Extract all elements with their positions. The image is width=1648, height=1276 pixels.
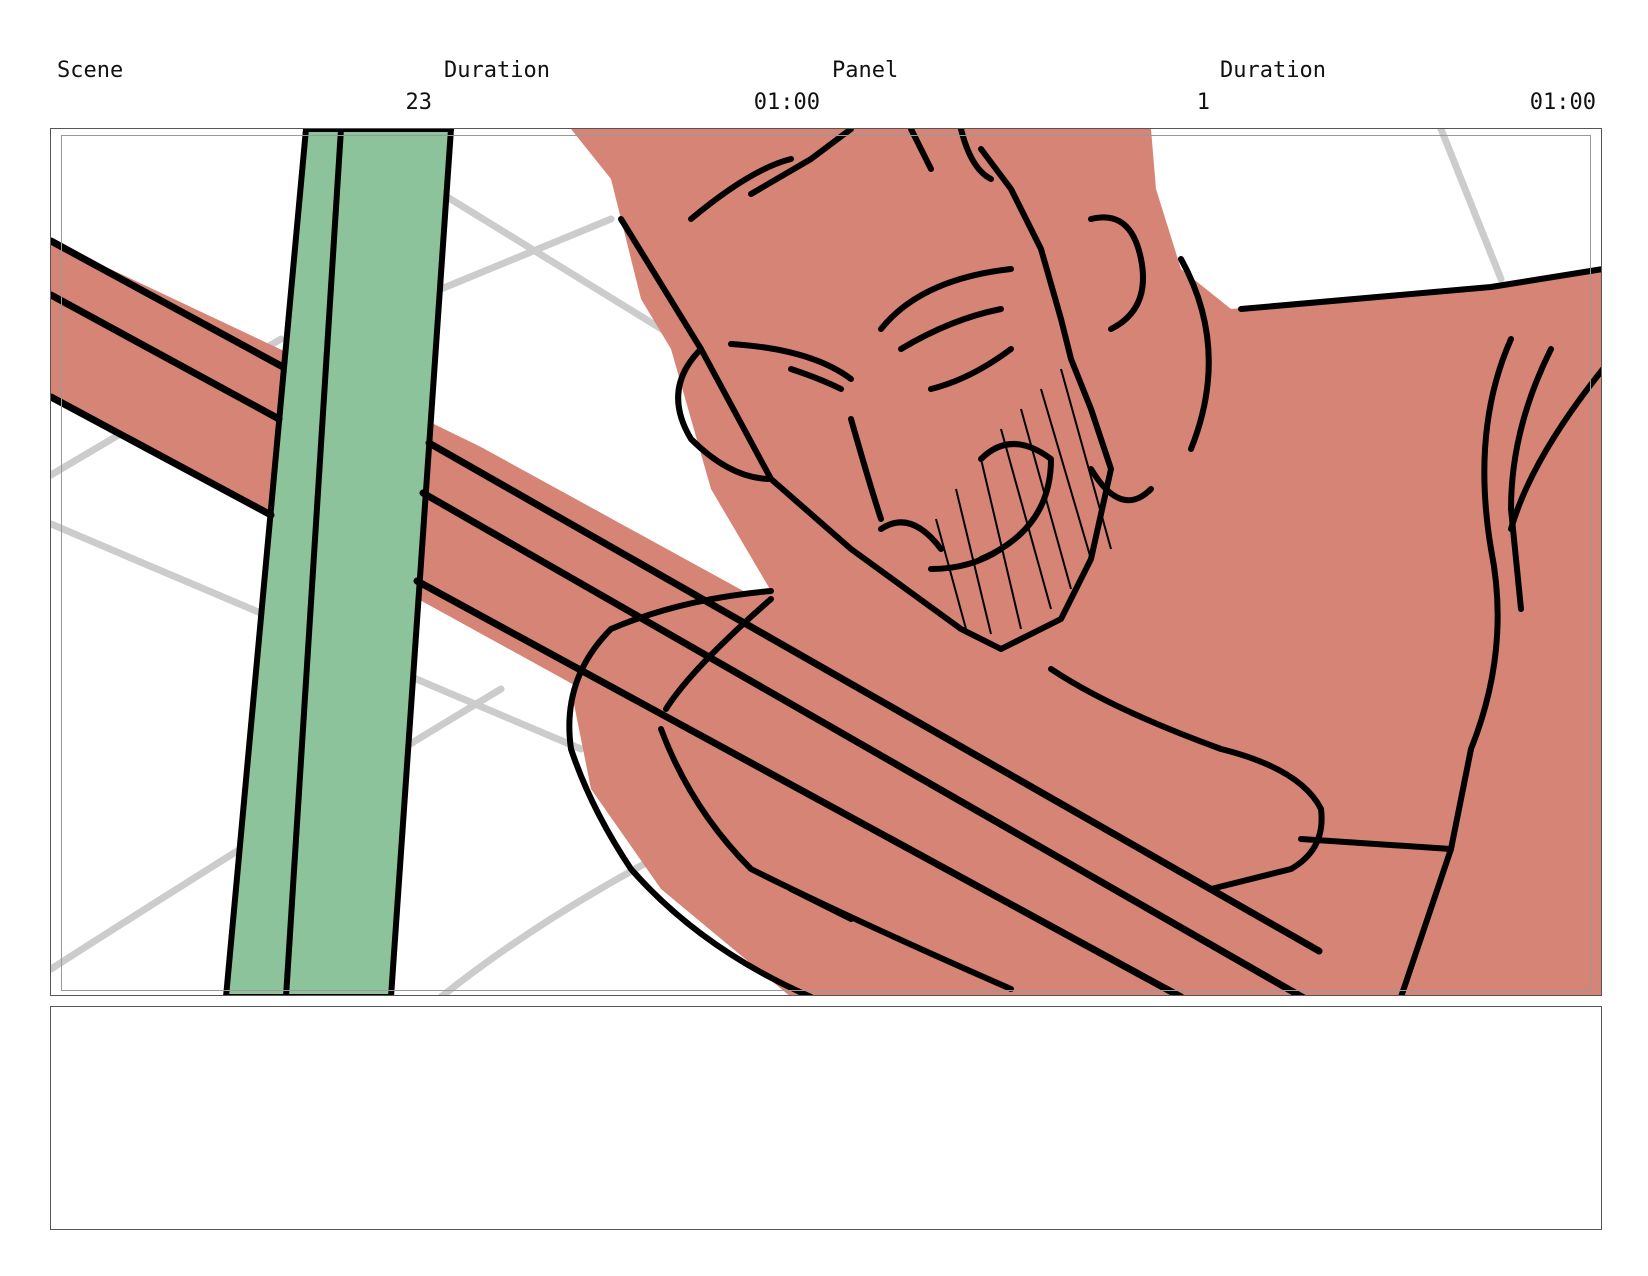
- scene-duration: 01:00: [753, 90, 820, 115]
- panel-drawing: [51, 129, 1601, 995]
- panel-notes-box[interactable]: [50, 1006, 1602, 1230]
- storyboard-panel: [50, 128, 1602, 996]
- panel-label: Panel: [832, 58, 899, 83]
- duration-label-scene: Duration: [444, 58, 550, 83]
- panel-number: 1: [1196, 90, 1210, 115]
- pole: [223, 129, 455, 995]
- scene-label: Scene: [57, 58, 124, 83]
- panel-notes-text: [51, 1007, 1601, 1031]
- scene-number: 23: [405, 90, 433, 115]
- panel-duration: 01:00: [1529, 90, 1596, 115]
- duration-label-panel: Duration: [1220, 58, 1326, 83]
